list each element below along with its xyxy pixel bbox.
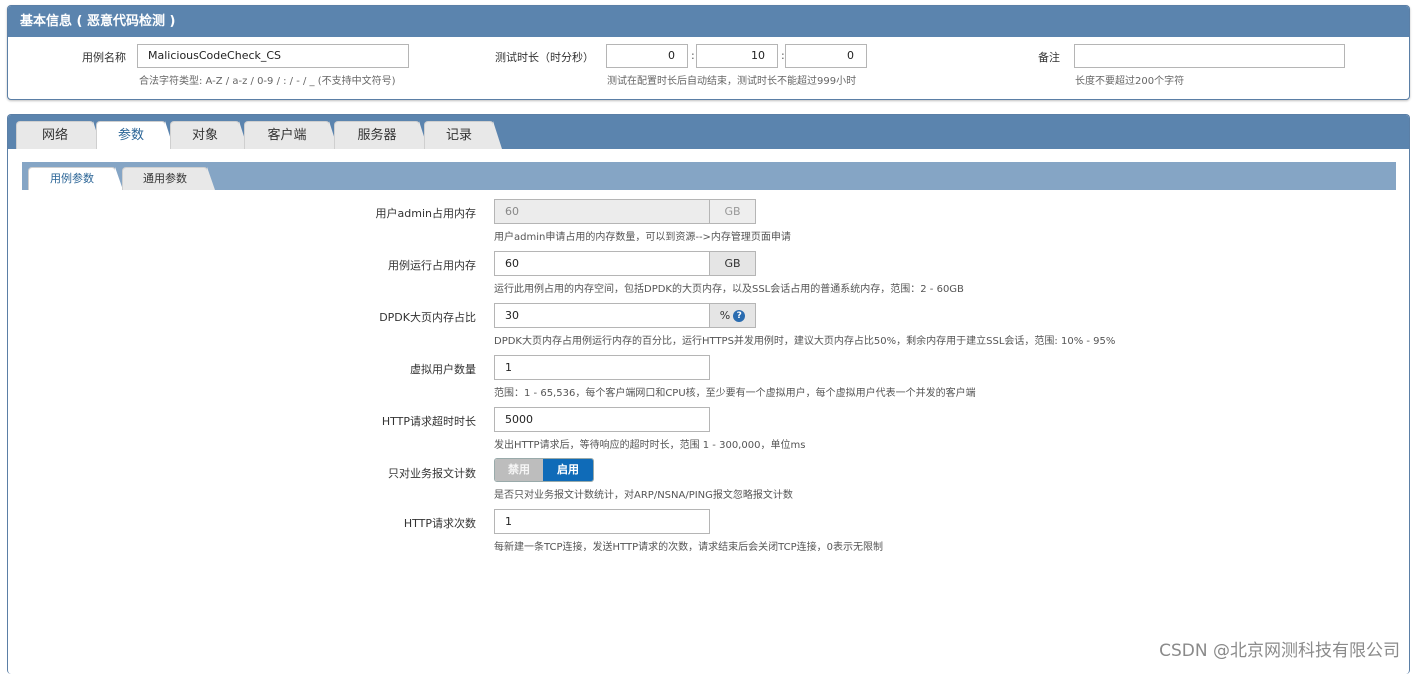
- tab-client[interactable]: 客户端: [244, 121, 338, 149]
- admin-memory-label: 用户admin占用内存: [375, 207, 476, 220]
- http-timeout-label: HTTP请求超时时长: [381, 415, 476, 428]
- case-memory-hint: 运行此用例占用的内存空间，包括DPDK的大页内存，以及SSL会话占用的普通系统内…: [494, 284, 964, 295]
- tab-server[interactable]: 服务器: [334, 121, 428, 149]
- basic-info-panel: 基本信息 ( 恶意代码检测 ) 用例名称 MaliciousCodeCheck_…: [7, 5, 1410, 100]
- virtual-users-hint: 范围：1 - 65,536，每个客户端网口和CPU核，至少要有一个虚拟用户，每个…: [494, 388, 976, 399]
- dpdk-ratio-label: DPDK大页内存占比: [379, 311, 476, 324]
- watermark: CSDN @北京网测科技有限公司: [1159, 641, 1400, 661]
- sub-tabbar: 用例参数 通用参数: [22, 162, 1396, 190]
- dpdk-ratio-hint: DPDK大页内存占用例运行内存的百分比，运行HTTPS并发用例时，建议大页内存占…: [494, 336, 1116, 347]
- http-timeout-input[interactable]: 5000: [494, 407, 710, 432]
- duration-separator: :: [691, 49, 695, 62]
- case-name-label: 用例名称: [82, 51, 126, 64]
- dpdk-ratio-input[interactable]: 30: [494, 303, 710, 328]
- question-circle-icon[interactable]: ?: [733, 310, 746, 322]
- main-tabbar: 网络 参数 对象 客户端 服务器 记录: [8, 115, 1409, 149]
- subtab-general-params[interactable]: 通用参数: [122, 167, 215, 190]
- duration-hours-input[interactable]: 0: [606, 44, 688, 68]
- duration-label: 测试时长（时分秒）: [495, 51, 594, 64]
- duration-hint: 测试在配置时长后自动结束，测试时长不能超过999小时: [607, 76, 857, 87]
- duration-seconds-input[interactable]: 0: [785, 44, 867, 68]
- tab-parameters[interactable]: 参数: [96, 121, 174, 149]
- http-requests-hint: 每新建一条TCP连接，发送HTTP请求的次数，请求结束后会关闭TCP连接，0表示…: [494, 542, 884, 553]
- remark-input[interactable]: [1074, 44, 1345, 68]
- duration-minutes-input[interactable]: 10: [696, 44, 778, 68]
- toggle-on-option[interactable]: 启用: [543, 459, 593, 481]
- remark-hint: 长度不要超过200个字符: [1075, 76, 1185, 87]
- toggle-off-option[interactable]: 禁用: [495, 459, 543, 481]
- dpdk-ratio-unit: %: [719, 309, 731, 322]
- business-only-hint: 是否只对业务报文计数统计，对ARP/NSNA/PING报文忽略报文计数: [494, 490, 793, 501]
- business-only-label: 只对业务报文计数: [388, 467, 476, 480]
- http-timeout-hint: 发出HTTP请求后，等待响应的超时时长，范围 1 - 300,000，单位ms: [494, 440, 806, 451]
- case-memory-input[interactable]: 60: [494, 251, 710, 276]
- http-requests-input[interactable]: 1: [494, 509, 710, 534]
- subtab-case-params[interactable]: 用例参数: [28, 167, 123, 190]
- business-only-toggle[interactable]: 禁用 启用: [494, 458, 594, 482]
- basic-info-title: 基本信息 ( 恶意代码检测 ): [8, 6, 1409, 37]
- dpdk-ratio-unit-addon: %?: [710, 303, 756, 328]
- case-name-input[interactable]: MaliciousCodeCheck_CS: [137, 44, 409, 68]
- virtual-users-input[interactable]: 1: [494, 355, 710, 380]
- virtual-users-label: 虚拟用户数量: [410, 363, 476, 376]
- tab-network[interactable]: 网络: [16, 121, 102, 149]
- http-requests-label: HTTP请求次数: [403, 517, 476, 530]
- tab-logs[interactable]: 记录: [424, 121, 502, 149]
- remark-label: 备注: [1038, 51, 1060, 64]
- tab-objects[interactable]: 对象: [170, 121, 248, 149]
- admin-memory-unit: GB: [710, 199, 756, 224]
- case-memory-unit: GB: [710, 251, 756, 276]
- case-name-hint: 合法字符类型: A-Z / a-z / 0-9 / : / - / _ (不支持…: [139, 76, 396, 87]
- case-memory-label: 用例运行占用内存: [388, 259, 476, 272]
- main-panel: 网络 参数 对象 客户端 服务器 记录 用例参数 通用参数 用户admin占用内…: [7, 114, 1410, 674]
- admin-memory-input: 60: [494, 199, 710, 224]
- admin-memory-hint: 用户admin申请占用的内存数量，可以到资源-->内存管理页面申请: [494, 232, 791, 243]
